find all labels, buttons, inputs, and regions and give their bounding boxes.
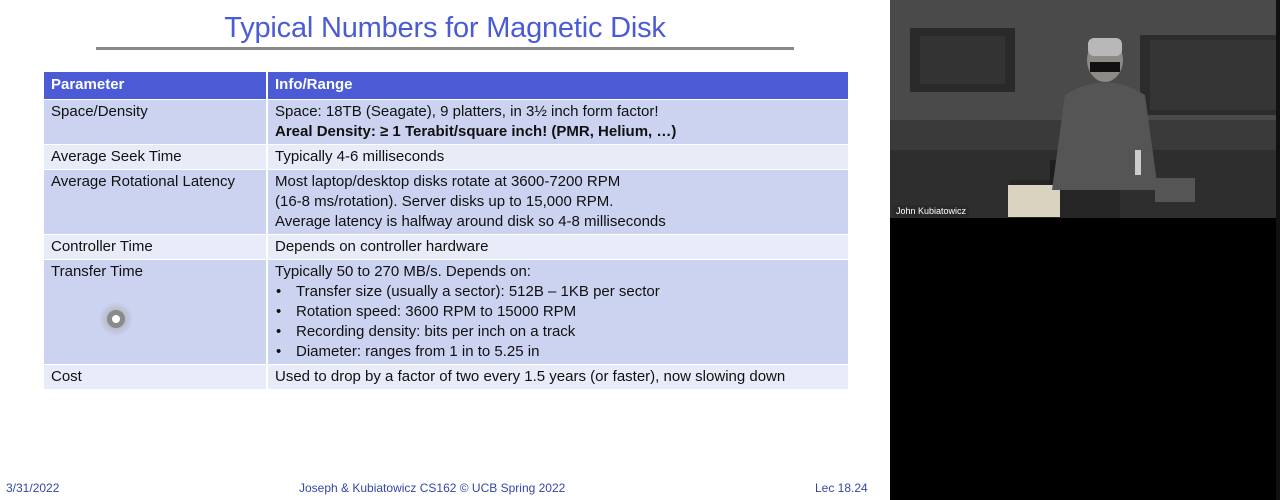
table-row: Average Rotational Latency Most laptop/d… xyxy=(44,169,850,235)
row-info: Space: 18TB (Seagate), 9 platters, in 3½… xyxy=(267,99,850,145)
info-line: Most laptop/desktop disks rotate at 3600… xyxy=(275,173,621,190)
table-header-parameter: Parameter xyxy=(44,72,268,100)
slide-title: Typical Numbers for Magnetic Disk xyxy=(224,12,666,44)
bullet-item: Transfer size (usually a sector): 512B –… xyxy=(275,282,841,302)
row-parameter: Space/Density xyxy=(44,99,268,145)
speaker-name-label: John Kubiatowicz xyxy=(893,205,970,217)
speaker-video[interactable] xyxy=(890,0,1280,218)
row-parameter: Average Seek Time xyxy=(44,144,268,170)
footer-lecture-number: Lec 18.24 xyxy=(815,481,868,495)
row-info: Used to drop by a factor of two every 1.… xyxy=(267,364,850,390)
info-line: Depends on controller hardware xyxy=(275,238,489,255)
bullet-item: Diameter: ranges from 1 in to 5.25 in xyxy=(275,342,841,362)
disk-parameters-table: Parameter Info/Range Space/Density Space… xyxy=(44,72,850,390)
bullet-item: Rotation speed: 3600 RPM to 15000 RPM xyxy=(275,302,841,322)
row-info: Depends on controller hardware xyxy=(267,234,850,260)
pointer-center xyxy=(112,315,120,323)
info-line: Space: 18TB (Seagate), 9 platters, in 3½… xyxy=(275,103,659,120)
row-info: Typically 50 to 270 MB/s. Depends on: Tr… xyxy=(267,259,850,365)
bullet-list: Transfer size (usually a sector): 512B –… xyxy=(275,282,841,362)
right-edge-bar xyxy=(1276,0,1280,500)
row-info: Most laptop/desktop disks rotate at 3600… xyxy=(267,169,850,235)
footer-date: 3/31/2022 xyxy=(6,481,60,495)
title-underline xyxy=(96,47,794,50)
table-row: Cost Used to drop by a factor of two eve… xyxy=(44,364,850,390)
row-parameter: Average Rotational Latency xyxy=(44,169,268,235)
info-line: Used to drop by a factor of two every 1.… xyxy=(275,368,786,385)
row-parameter: Controller Time xyxy=(44,234,268,260)
slide: Typical Numbers for Magnetic Disk Parame… xyxy=(0,0,890,500)
info-line: Typically 50 to 270 MB/s. Depends on: xyxy=(275,263,531,280)
row-info: Typically 4-6 milliseconds xyxy=(267,144,850,170)
video-frame-illustration xyxy=(890,0,1280,218)
table-header-row: Parameter Info/Range xyxy=(44,72,850,100)
table-header-info-range: Info/Range xyxy=(267,72,850,100)
table-row: Controller Time Depends on controller ha… xyxy=(44,234,850,260)
footer-course: Joseph & Kubiatowicz CS162 © UCB Spring … xyxy=(299,481,566,495)
table-row: Space/Density Space: 18TB (Seagate), 9 p… xyxy=(44,99,850,145)
row-parameter: Transfer Time xyxy=(44,259,268,365)
info-line: Average latency is halfway around disk s… xyxy=(275,213,666,230)
table-row: Average Seek Time Typically 4-6 millisec… xyxy=(44,144,850,170)
info-line-bold: Areal Density: ≥ 1 Terabit/square inch! … xyxy=(275,123,677,140)
info-line: Typically 4-6 milliseconds xyxy=(275,148,445,165)
table-row: Transfer Time Typically 50 to 270 MB/s. … xyxy=(44,259,850,365)
row-parameter: Cost xyxy=(44,364,268,390)
info-line: (16-8 ms/rotation). Server disks up to 1… xyxy=(275,193,614,210)
bullet-item: Recording density: bits per inch on a tr… xyxy=(275,322,841,342)
